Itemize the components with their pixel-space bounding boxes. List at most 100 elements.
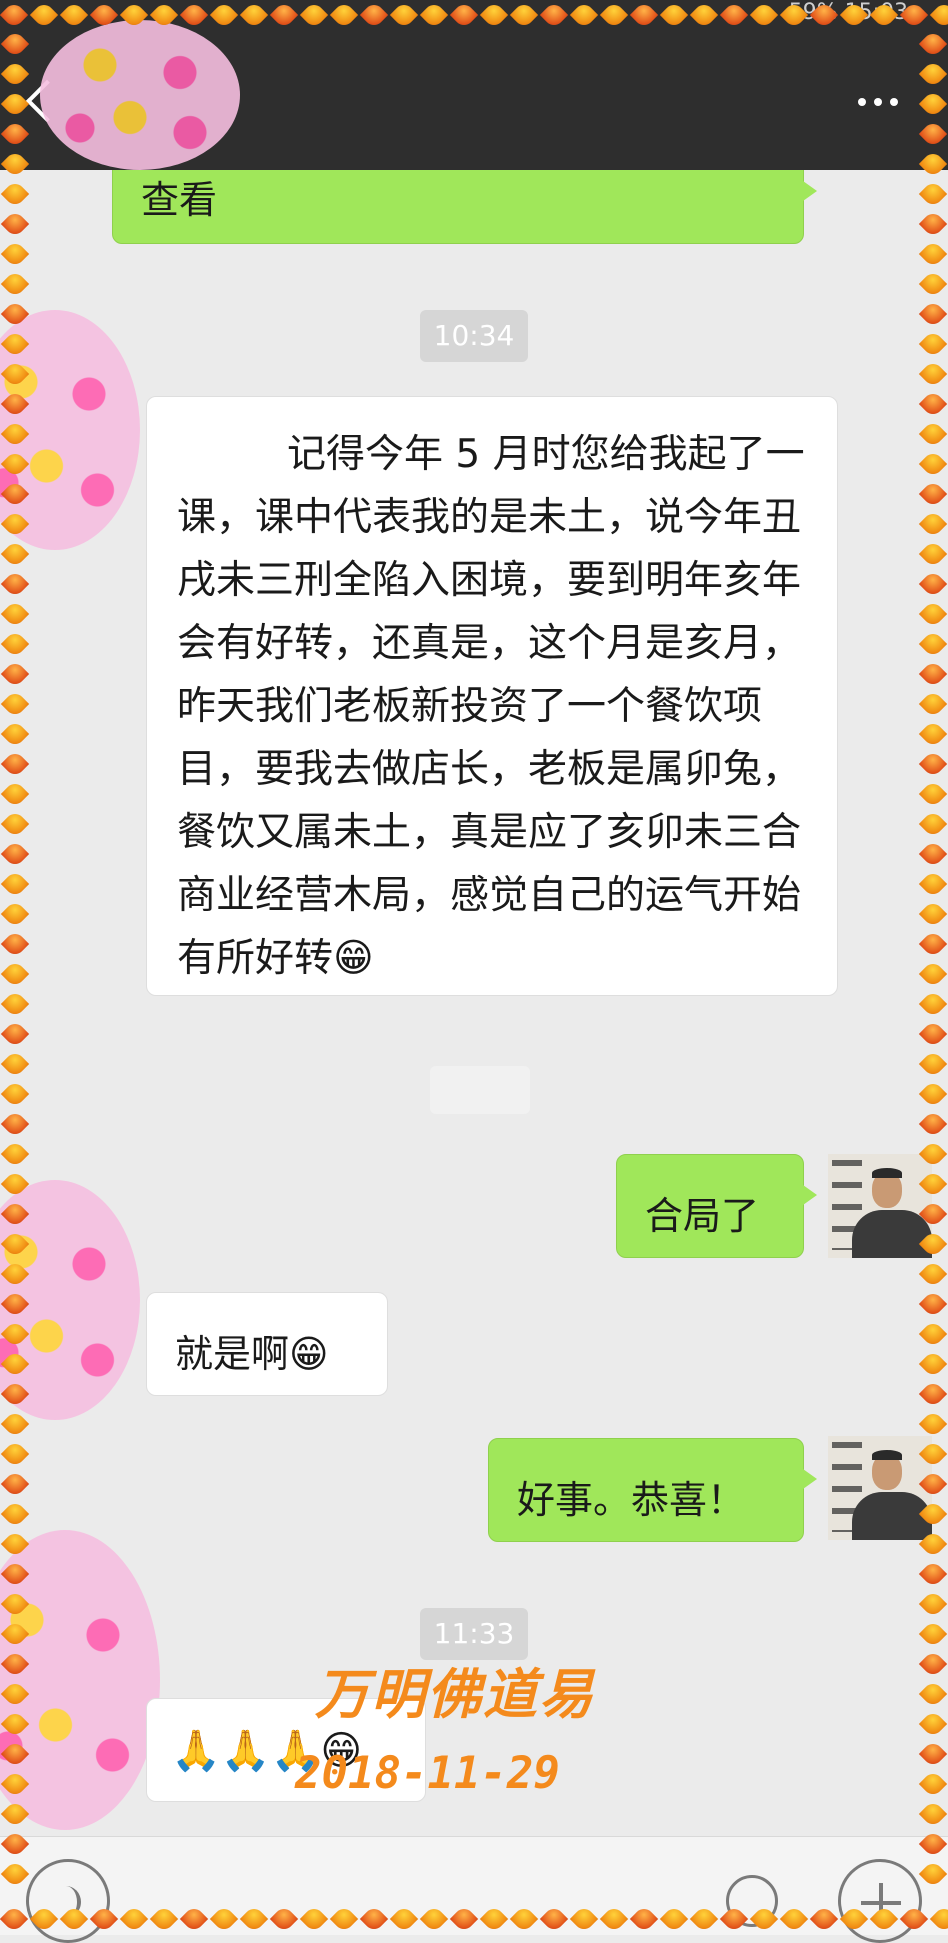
leaf-icon	[918, 719, 948, 749]
leaf-icon	[0, 1409, 30, 1439]
leaf-icon	[918, 479, 948, 509]
leaf-icon	[918, 1679, 948, 1709]
sender-emoji-avatar-3	[0, 1530, 160, 1830]
leaf-icon	[918, 1559, 948, 1589]
leaf-icon	[918, 749, 948, 779]
leaf-icon	[918, 599, 948, 629]
leaf-icon	[918, 209, 948, 239]
leaf-icon	[0, 569, 30, 599]
leaf-icon	[0, 659, 30, 689]
leaf-icon	[0, 1019, 30, 1049]
leaf-icon	[0, 719, 30, 749]
leaf-icon	[0, 1469, 30, 1499]
leaf-icon	[0, 269, 30, 299]
received-message-2[interactable]: 就是啊😁	[146, 1292, 388, 1396]
header-emoji-avatar	[40, 20, 240, 170]
leaf-border-right	[918, 30, 948, 1904]
user-avatar-2[interactable]	[828, 1436, 932, 1540]
received-message-long[interactable]: 记得今年 5 月时您给我起了一课，课中代表我的是未土，说今年丑戌未三刑全陷入困境…	[146, 396, 838, 996]
leaf-icon	[918, 359, 948, 389]
leaf-icon	[0, 209, 30, 239]
status-bar: 59% 15:03	[788, 0, 908, 25]
leaf-icon	[918, 659, 948, 689]
watermark-name: 万明佛道易	[315, 1662, 595, 1726]
emoji-icon[interactable]	[710, 1859, 794, 1943]
received-text-2: 就是啊😁	[175, 1332, 329, 1376]
leaf-icon	[918, 569, 948, 599]
leaf-icon	[918, 1709, 948, 1739]
leaf-icon	[918, 959, 948, 989]
leaf-icon	[918, 779, 948, 809]
leaf-icon	[0, 749, 30, 779]
leaf-icon	[918, 689, 948, 719]
leaf-icon	[918, 389, 948, 419]
leaf-icon	[918, 419, 948, 449]
leaf-icon	[918, 329, 948, 359]
leaf-icon	[918, 1259, 948, 1289]
timestamp-1034: 10:34	[420, 310, 528, 362]
leaf-icon	[918, 1619, 948, 1649]
leaf-icon	[0, 1109, 30, 1139]
leaf-icon	[0, 1439, 30, 1469]
leaf-icon	[918, 989, 948, 1019]
leaf-icon	[918, 269, 948, 299]
leaf-icon	[0, 869, 30, 899]
blurred-timestamp	[430, 1066, 530, 1114]
leaf-icon	[0, 929, 30, 959]
leaf-icon	[0, 1079, 30, 1109]
watermark-date: 2018-11-29	[295, 1748, 560, 1799]
leaf-icon	[0, 689, 30, 719]
leaf-icon	[918, 809, 948, 839]
user-avatar[interactable]	[828, 1154, 932, 1258]
leaf-icon	[0, 989, 30, 1019]
leaf-icon	[918, 1319, 948, 1349]
leaf-icon	[918, 299, 948, 329]
leaf-icon	[918, 1739, 948, 1769]
leaf-icon	[918, 1289, 948, 1319]
leaf-icon	[0, 1049, 30, 1079]
leaf-icon	[918, 509, 948, 539]
sender-emoji-avatar-2	[0, 1180, 140, 1420]
leaf-icon	[918, 1379, 948, 1409]
leaf-icon	[0, 839, 30, 869]
leaf-icon	[918, 1049, 948, 1079]
leaf-icon	[0, 899, 30, 929]
leaf-icon	[918, 1589, 948, 1619]
leaf-icon	[0, 599, 30, 629]
leaf-icon	[0, 239, 30, 269]
leaf-icon	[918, 1799, 948, 1829]
message-text: 记得今年 5 月时您给我起了一课，课中代表我的是未土，说今年丑戌未三刑全陷入困境…	[177, 432, 805, 981]
leaf-icon	[0, 179, 30, 209]
leaf-icon	[918, 539, 948, 569]
sent-text-2: 好事。恭喜！	[517, 1478, 746, 1522]
sent-message-2[interactable]: 好事。恭喜！	[488, 1438, 817, 1542]
leaf-icon	[918, 179, 948, 209]
sent-text-1: 合局了	[645, 1194, 760, 1238]
leaf-icon	[918, 1409, 948, 1439]
leaf-icon	[918, 1019, 948, 1049]
leaf-icon	[918, 869, 948, 899]
input-bar	[0, 1836, 948, 1943]
more-dots-icon[interactable]	[858, 98, 898, 106]
leaf-icon	[0, 629, 30, 659]
leaf-icon	[0, 959, 30, 989]
sender-emoji-avatar	[0, 310, 140, 550]
leaf-icon	[0, 779, 30, 809]
leaf-icon	[918, 1109, 948, 1139]
leaf-icon	[918, 1349, 948, 1379]
leaf-icon	[918, 1649, 948, 1679]
plus-icon[interactable]	[838, 1859, 922, 1943]
leaf-icon	[0, 539, 30, 569]
leaf-icon	[918, 629, 948, 659]
voice-icon[interactable]	[26, 1859, 110, 1943]
sent-message-1[interactable]: 合局了	[616, 1154, 817, 1258]
leaf-icon	[918, 239, 948, 269]
leaf-icon	[0, 809, 30, 839]
leaf-icon	[918, 899, 948, 929]
leaf-icon	[918, 839, 948, 869]
leaf-icon	[918, 929, 948, 959]
leaf-icon	[0, 1499, 30, 1529]
leaf-icon	[918, 1079, 948, 1109]
leaf-icon	[918, 1769, 948, 1799]
leaf-icon	[0, 1139, 30, 1169]
